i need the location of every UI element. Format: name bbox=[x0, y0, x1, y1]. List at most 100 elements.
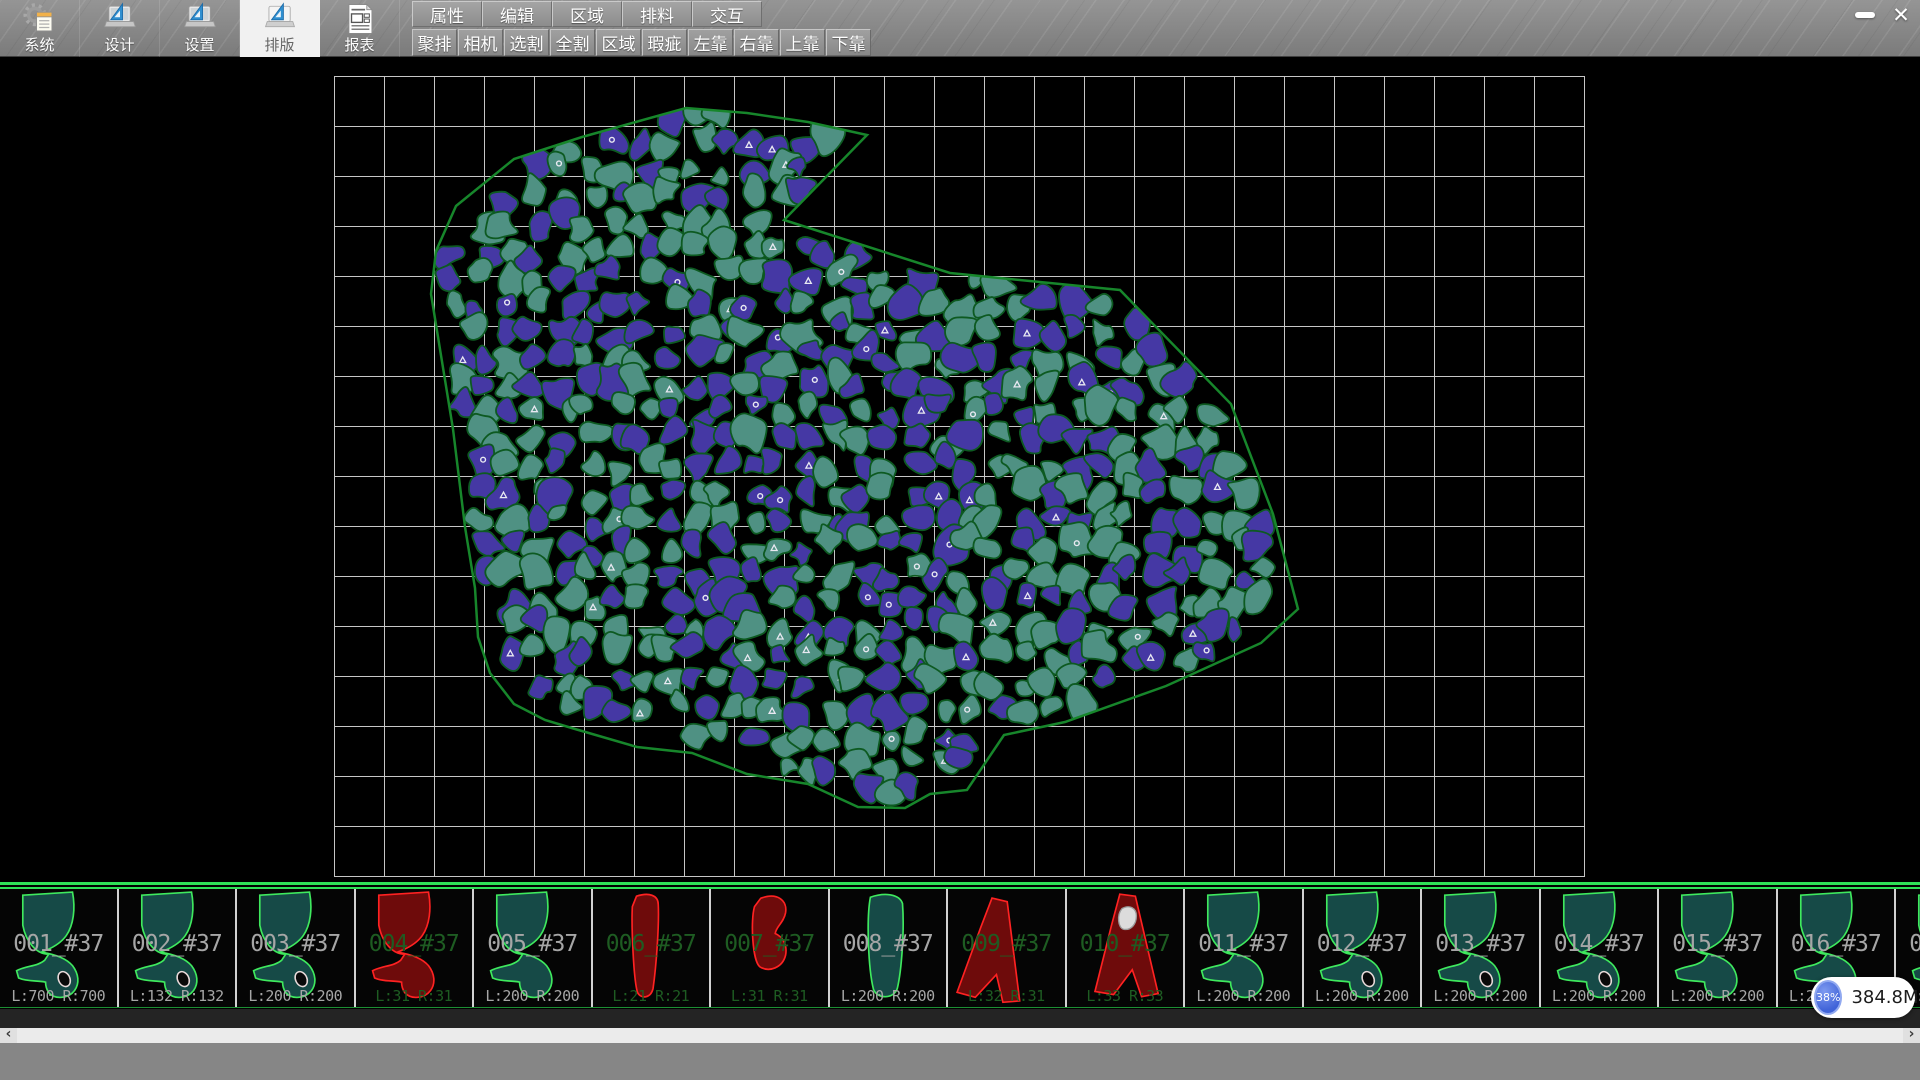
action-button-3[interactable]: 选割 bbox=[504, 29, 549, 56]
part-lr-count: L:31 R:31 bbox=[711, 987, 828, 1005]
action-button-bar: 聚排相机选割全割区域瑕疵左靠右靠上靠下靠 bbox=[412, 29, 871, 56]
module-buttons: 系统 设计 设置 排版 报表 bbox=[0, 0, 400, 57]
memory-status-bubble[interactable]: 38% 384.8M bbox=[1811, 977, 1915, 1018]
menu-tab-4[interactable]: 排料 bbox=[622, 1, 692, 27]
part-thumbnail-11[interactable]: 011_#37 L:200 R:200 bbox=[1185, 889, 1304, 1007]
leather-hide-nest bbox=[0, 57, 1920, 882]
part-lr-count: L:200 R:200 bbox=[237, 987, 354, 1005]
part-thumbnail-7[interactable]: 007_#37 L:31 R:31 bbox=[711, 889, 830, 1007]
menu-tab-1[interactable]: 属性 bbox=[412, 1, 482, 27]
part-id: 004_#37 bbox=[356, 931, 473, 957]
part-lr-count: L:200 R:200 bbox=[830, 987, 947, 1005]
part-thumbnail-2[interactable]: 002_#37 L:132 R:132 bbox=[119, 889, 238, 1007]
parts-strip: 001_#37L:700 R:700002_#37L:132 R:132003_… bbox=[0, 882, 1920, 1009]
part-lr-count: L:32 R:31 bbox=[948, 987, 1065, 1005]
action-button-8[interactable]: 右靠 bbox=[734, 29, 779, 56]
action-button-6[interactable]: 瑕疵 bbox=[642, 29, 687, 56]
minimize-icon bbox=[1855, 12, 1875, 18]
part-thumbnail-12[interactable]: 012_#37 L:200 R:200 bbox=[1304, 889, 1423, 1007]
part-lr-count: L:200 R:200 bbox=[1304, 987, 1421, 1005]
part-thumbnail-4[interactable]: 004_#37 L:31 R:31 bbox=[356, 889, 475, 1007]
part-lr-count: L:700 R:700 bbox=[0, 987, 117, 1005]
part-lr-count: L:200 R:200 bbox=[1541, 987, 1658, 1005]
part-thumbnail-10[interactable]: 010_#37 L:33 R:33 bbox=[1067, 889, 1186, 1007]
strip-bottom-gap bbox=[0, 1009, 1920, 1028]
part-id: 011_#37 bbox=[1185, 931, 1302, 957]
module-button-label: 设计 bbox=[104, 37, 134, 54]
part-id: 002_#37 bbox=[119, 931, 236, 957]
part-id: 008_#37 bbox=[830, 931, 947, 957]
part-lr-count: L:200 R:200 bbox=[474, 987, 591, 1005]
close-icon: ✕ bbox=[1892, 5, 1910, 26]
part-lr-count: L:200 R:200 bbox=[1659, 987, 1776, 1005]
module-button-4[interactable]: 排版 bbox=[240, 0, 320, 57]
horizontal-scrollbar[interactable]: ‹ › bbox=[0, 1028, 1920, 1043]
report-document-icon bbox=[343, 2, 377, 36]
menu-tab-3[interactable]: 区域 bbox=[552, 1, 622, 27]
part-thumbnail-5[interactable]: 005_#37 L:200 R:200 bbox=[474, 889, 593, 1007]
part-thumbnail-13[interactable]: 013_#37 L:200 R:200 bbox=[1422, 889, 1541, 1007]
module-button-label: 设置 bbox=[184, 37, 214, 54]
system-gear-icon bbox=[23, 2, 57, 36]
part-id: 014_#37 bbox=[1541, 931, 1658, 957]
layout-ruler-icon bbox=[263, 2, 297, 36]
progress-value: 38% bbox=[1816, 991, 1840, 1004]
menu-tab-bar: 属性编辑区域排料交互 bbox=[412, 1, 762, 27]
parts-list: 001_#37L:700 R:700002_#37L:132 R:132003_… bbox=[0, 889, 1920, 1008]
module-button-2[interactable]: 设计 bbox=[80, 0, 160, 57]
part-thumbnail-9[interactable]: 009_#37 L:32 R:31 bbox=[948, 889, 1067, 1007]
action-button-9[interactable]: 上靠 bbox=[780, 29, 825, 56]
action-button-1[interactable]: 聚排 bbox=[412, 29, 457, 56]
module-button-3[interactable]: 设置 bbox=[160, 0, 240, 57]
action-button-2[interactable]: 相机 bbox=[458, 29, 503, 56]
part-id: 015_#37 bbox=[1659, 931, 1776, 957]
part-lr-count: L:33 R:33 bbox=[1067, 987, 1184, 1005]
part-lr-count: L:200 R:200 bbox=[1422, 987, 1539, 1005]
part-lr-count: L:132 R:132 bbox=[119, 987, 236, 1005]
part-id: 010_#37 bbox=[1067, 931, 1184, 957]
part-id: 017_#37 bbox=[1896, 931, 1920, 957]
part-thumbnail-6[interactable]: 006_#37 L:21 R:21 bbox=[593, 889, 712, 1007]
scroll-left-button[interactable]: ‹ bbox=[0, 1028, 17, 1043]
part-thumbnail-15[interactable]: 015_#37 L:200 R:200 bbox=[1659, 889, 1778, 1007]
scroll-right-button[interactable]: › bbox=[1903, 1028, 1920, 1043]
part-id: 016_#37 bbox=[1778, 931, 1895, 957]
part-id: 001_#37 bbox=[0, 931, 117, 957]
memory-value: 384.8M bbox=[1851, 987, 1918, 1008]
menu-tab-5[interactable]: 交互 bbox=[692, 1, 762, 27]
part-id: 006_#37 bbox=[593, 931, 710, 957]
nested-pieces bbox=[434, 91, 1275, 805]
minimize-button[interactable] bbox=[1851, 3, 1879, 27]
menu-tab-2[interactable]: 编辑 bbox=[482, 1, 552, 27]
part-thumbnail-3[interactable]: 003_#37 L:200 R:200 bbox=[237, 889, 356, 1007]
window-controls: ✕ bbox=[1851, 3, 1915, 27]
module-button-label: 系统 bbox=[24, 37, 54, 54]
part-id: 007_#37 bbox=[711, 931, 828, 957]
action-button-7[interactable]: 左靠 bbox=[688, 29, 733, 56]
part-id: 012_#37 bbox=[1304, 931, 1421, 957]
module-button-label: 排版 bbox=[264, 37, 294, 54]
action-button-4[interactable]: 全割 bbox=[550, 29, 595, 56]
part-id: 003_#37 bbox=[237, 931, 354, 957]
module-button-5[interactable]: 报表 bbox=[320, 0, 400, 57]
part-lr-count: L:31 R:31 bbox=[356, 987, 473, 1005]
part-id: 005_#37 bbox=[474, 931, 591, 957]
module-button-label: 报表 bbox=[344, 37, 374, 54]
settings-ruler-icon bbox=[183, 2, 217, 36]
close-button[interactable]: ✕ bbox=[1887, 3, 1915, 27]
main-toolbar: 系统设计设置排版报表 属性编辑区域排料交互 聚排相机选割全割区域瑕疵左靠右靠上靠… bbox=[0, 0, 1920, 57]
design-ruler-icon bbox=[103, 2, 137, 36]
nesting-canvas[interactable] bbox=[0, 57, 1920, 882]
window-bottom-chrome bbox=[0, 1043, 1920, 1080]
action-button-10[interactable]: 下靠 bbox=[826, 29, 871, 56]
part-thumbnail-14[interactable]: 014_#37 L:200 R:200 bbox=[1541, 889, 1660, 1007]
part-thumbnail-8[interactable]: 008_#37 L:200 R:200 bbox=[830, 889, 949, 1007]
part-lr-count: L:200 R:200 bbox=[1185, 987, 1302, 1005]
part-id: 009_#37 bbox=[948, 931, 1065, 957]
action-button-5[interactable]: 区域 bbox=[596, 29, 641, 56]
part-id: 013_#37 bbox=[1422, 931, 1539, 957]
progress-circle: 38% bbox=[1814, 980, 1842, 1015]
part-lr-count: L:21 R:21 bbox=[593, 987, 710, 1005]
module-button-1[interactable]: 系统 bbox=[0, 0, 80, 57]
part-thumbnail-1[interactable]: 001_#37 L:700 R:700 bbox=[0, 889, 119, 1007]
